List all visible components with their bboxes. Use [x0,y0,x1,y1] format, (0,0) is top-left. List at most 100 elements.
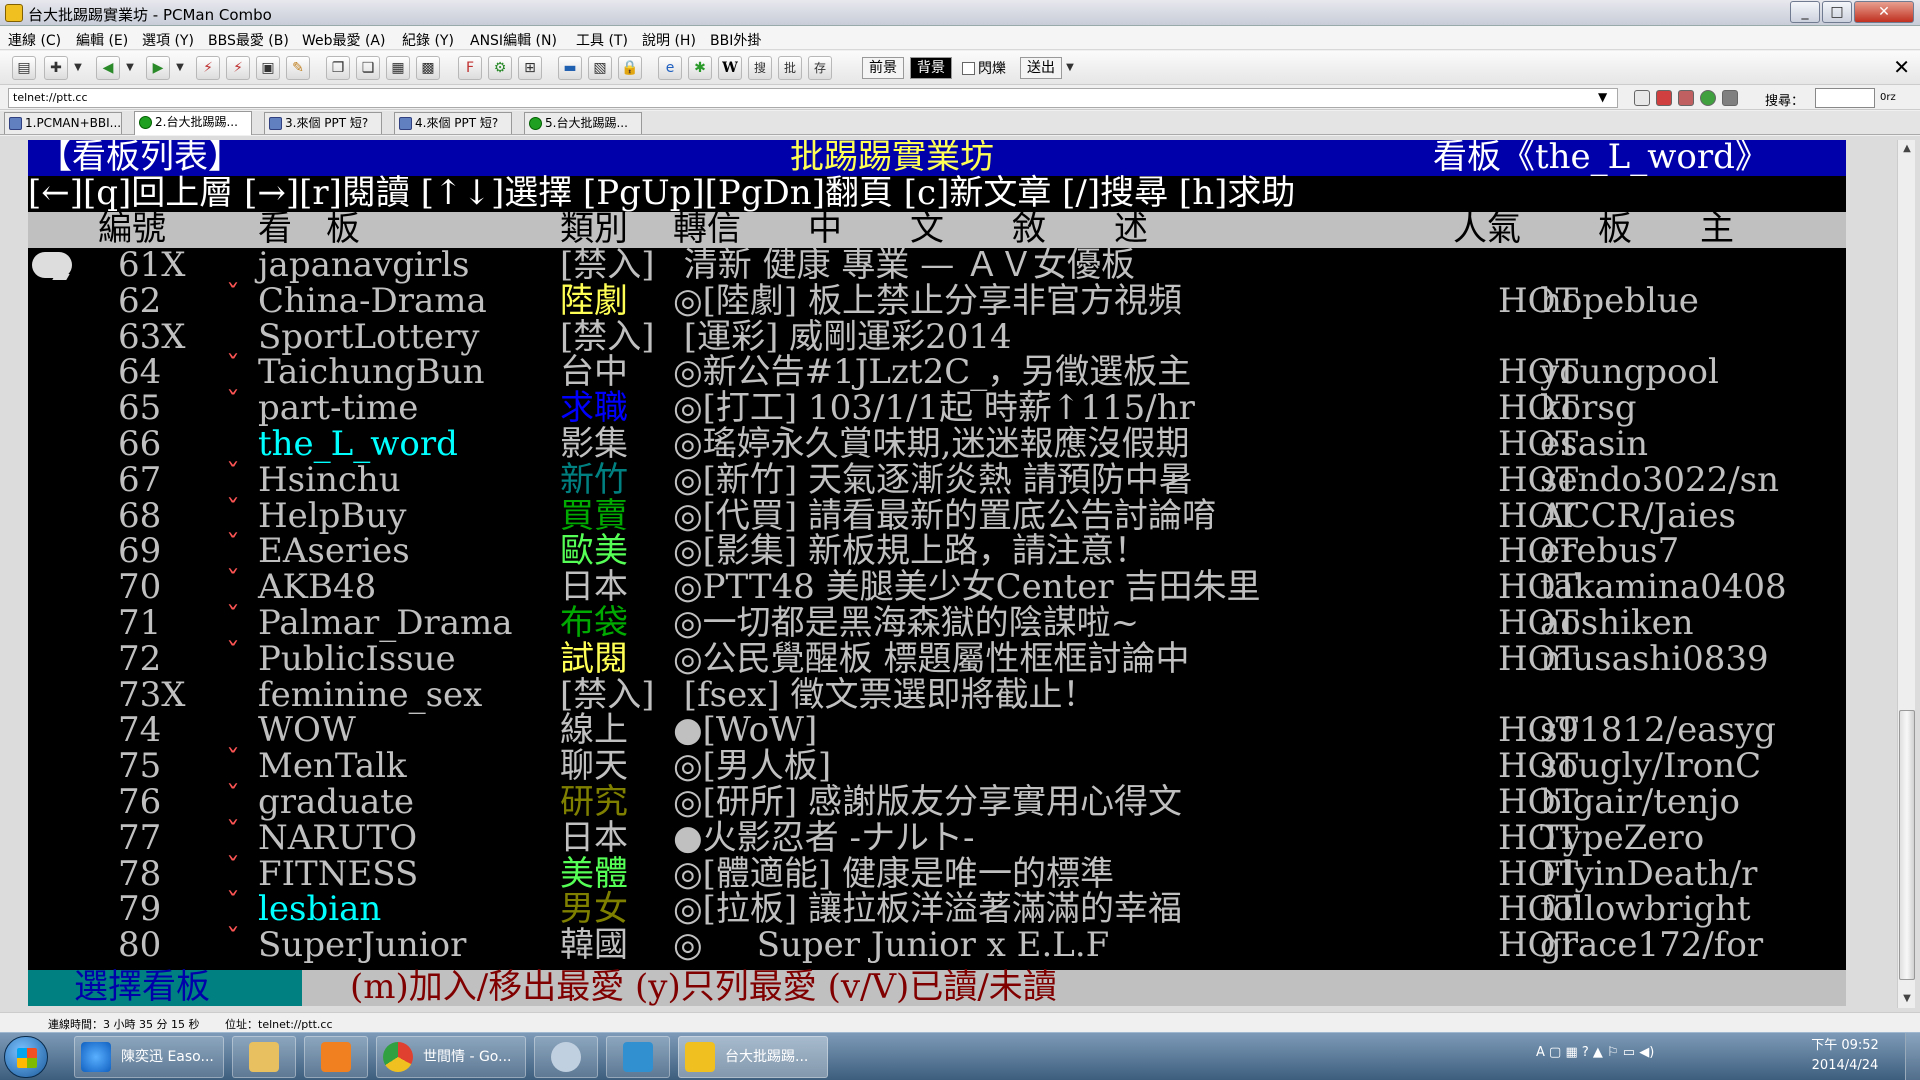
search-tool-icon[interactable]: 搜 [748,56,772,80]
ant-icon[interactable] [1656,90,1672,106]
board-board: FITNESS [258,853,419,894]
back-arrow-icon[interactable]: ◀ [96,56,120,80]
save-tool-icon[interactable]: 存 [808,56,832,80]
fullscreen-icon[interactable]: ⊞ [518,56,542,80]
taskbar-media[interactable] [304,1036,368,1078]
new-connection-icon[interactable]: ✚ [44,56,68,80]
board-row[interactable]: 62 ˇ China-Drama 陸劇 ◎[陸劇] 板上禁止分享非官方視頻 HOT hope… [28,279,1846,320]
select-all-icon[interactable]: ▩ [416,56,440,80]
board-desc: ◎公民覺醒板 標題屬性框框討論中 [673,638,1190,679]
vertical-scrollbar[interactable]: ▲ ▼ [1897,140,1915,1008]
address-dropdown-icon[interactable]: ▼ [1598,90,1607,104]
search-input[interactable] [1815,88,1875,108]
board-row[interactable]: 67 ˇ Hsinchu 新竹 ◎[新竹] 天氣逐漸炎熱 請預防中暑 HOT sendo30… [28,458,1846,499]
tab-3[interactable]: 3.來個 PPT 短? [264,112,382,134]
image-icon[interactable]: ▧ [588,56,612,80]
taskbar-app6[interactable] [606,1036,670,1078]
menu-bbi-plugin[interactable]: BBI外掛 [710,30,761,50]
taskbar-chrome[interactable]: 世間情 - Go... [376,1036,526,1078]
home-icon[interactable] [1634,90,1650,106]
copy-icon[interactable]: ❐ [326,56,350,80]
board-row[interactable]: 70 ˇ AKB48 日本 ◎PTT48 美腿美少女Center 吉田朱里 HOT taka… [28,565,1846,606]
scroll-thumb[interactable] [1899,710,1915,980]
tab-4[interactable]: 4.來個 PPT 短? [394,112,512,134]
minimize-button[interactable]: _ [1790,1,1820,23]
address-input[interactable]: telnet://ptt.cc [8,88,1618,108]
board-row[interactable]: 74 WOW 線上 ●[WoW] HOT s91812/easyg [28,713,1846,749]
disconnect-icon[interactable]: ⚡ [226,56,250,80]
search-engine-select[interactable]: 0rz [1880,92,1896,103]
screen-icon[interactable]: ▣ [256,56,280,80]
terminal-screen[interactable]: 【看板列表】 批踢踢實業坊 看板《the_L_word》 [←][q]回上層 [… [28,140,1846,1006]
lock-icon[interactable]: 🔒 [618,56,642,80]
monitor-icon[interactable] [1722,90,1738,106]
site-list-icon[interactable]: ▤ [12,56,36,80]
ptt-tool-icon[interactable]: 批 [778,56,802,80]
board-row[interactable]: 79 ˇ lesbian 男女 ◎[拉板] 讓拉板洋溢著滿滿的幸福 HOT followbr… [28,887,1846,928]
send-button[interactable]: 送出 [1020,57,1062,79]
show-desktop-button[interactable] [1905,1033,1920,1080]
board-row[interactable]: 80 ˇ SuperJunior 韓國 ◎ Super Junior x E.L.F HO… [28,923,1846,964]
blink-checkbox[interactable] [962,62,975,75]
close-button[interactable]: ✕ [1854,1,1914,23]
forward-arrow-icon[interactable]: ▶ [146,56,170,80]
task-label: 陳奕迅 Easo... [121,1049,214,1065]
flower-icon[interactable]: ✱ [688,56,712,80]
menu-help[interactable]: 說明 (H) [642,30,696,50]
forward-dropdown-icon[interactable]: ▼ [174,56,186,80]
send-dropdown-icon[interactable]: ▼ [1064,56,1076,80]
board-row[interactable]: 75 ˇ MenTalk 聊天 ◎[男人板] HOT sougly/IronC [28,744,1846,785]
board-row[interactable]: 61X japanavgirls [禁入] 清新 健康 專業 — ＡＶ女優板 [28,247,1846,284]
menu-connect[interactable]: 連線 (C) [8,30,61,50]
board-row[interactable]: 72 ˇ PublicIssue 試閱 ◎公民覺醒板 標題屬性框框討論中 HOT musas… [28,637,1846,679]
foreground-color-button[interactable]: 前景 [862,57,904,79]
menu-edit[interactable]: 編輯 (E) [76,30,128,50]
back-dropdown-icon[interactable]: ▼ [124,56,136,80]
maximize-button[interactable]: □ [1822,1,1852,23]
menu-bbs-favorites[interactable]: BBS最愛 (B) [208,30,289,50]
globe-icon[interactable] [1700,90,1716,106]
menu-tools[interactable]: 工具 (T) [576,30,628,50]
board-row[interactable]: 76 ˇ graduate 研究 ◎[研所] 感謝版友分享實用心得文 HOT bigair/… [28,780,1846,821]
menu-ansi-edit[interactable]: ANSI編輯 (N) [470,30,557,50]
tab-1[interactable]: 1.PCMAN+BBI... [4,112,122,134]
font-icon[interactable]: F [458,56,482,80]
taskbar-ie[interactable]: 陳奕迅 Easo... [74,1036,224,1078]
settings-gear-icon[interactable]: ⚙ [488,56,512,80]
paste-icon[interactable]: ❏ [356,56,380,80]
background-color-button[interactable]: 背景 [910,57,952,79]
board-row[interactable]: 73X feminine_sex [禁入] [fsex] 徵文票選即將截止！ [28,677,1846,714]
board-row[interactable]: 78 ˇ FITNESS 美體 ◎[體適能] 健康是唯一的標準 HOT FlyinDeath… [28,852,1846,894]
board-row[interactable]: 77 ˇ NARUTO 日本 ●火影忍者 -ナルト- HOT TypeZero [28,816,1846,857]
board-row[interactable]: 71 ˇ Palmar_Drama 布袋 ◎一切都是黑海森獄的陰謀啦~ HOT aoshik… [28,601,1846,642]
close-tab-icon[interactable]: ✕ [1893,55,1910,79]
browser-icon[interactable]: e [658,56,682,80]
view-icon[interactable]: ▬ [558,56,582,80]
taskbar: 陳奕迅 Easo... 世間情 - Go... 台大批踢踢... A ▢ ▦ ?… [0,1032,1920,1080]
board-row[interactable]: 64 ˇ TaichungBun 台中 ◎新公告#1JLzt2C_，另徵選板主 HOT yo… [28,350,1846,391]
scroll-down-icon[interactable]: ▼ [1898,990,1916,1008]
board-row[interactable]: 68 ˇ HelpBuy 買賣 ◎[代買] 請看最新的置底公告討論唷 HOT ACCR/Ja… [28,494,1846,535]
start-button[interactable] [4,1036,48,1078]
board-row[interactable]: 69 ˇ EAseries 歐美 ◎[影集] 新板規上路，請注意！ HOT erebus7 [28,529,1846,570]
menu-options[interactable]: 選項 (Y) [142,30,194,50]
scroll-up-icon[interactable]: ▲ [1898,140,1916,158]
copy-ansi-icon[interactable]: ▦ [386,56,410,80]
tab-5[interactable]: 5.台大批踢踢... [524,112,642,134]
taskbar-explorer[interactable] [232,1036,296,1078]
menu-web-favorites[interactable]: Web最愛 (A) [302,30,385,50]
wikipedia-icon[interactable]: W [718,56,742,80]
system-tray[interactable]: A ▢ ▦ ? ▲ ⚐ ▭ ◀) [1536,1045,1654,1060]
new-connection-dropdown-icon[interactable]: ▼ [72,56,84,80]
menu-log[interactable]: 紀錄 (Y) [402,30,454,50]
board-row[interactable]: 63X SportLottery [禁入] [運彩] 威剛運彩2014 [28,319,1846,356]
record-icon[interactable] [1678,90,1694,106]
taskbar-app5[interactable] [534,1036,598,1078]
pin-icon[interactable]: ✎ [286,56,310,80]
board-row[interactable]: 66 the_L_word 影集 ◎瑤婷永久賞味期,迷迷報應沒假期 HOT esasin [28,426,1846,463]
board-row[interactable]: 65 ˇ part-time 求職 ◎[打工] 103/1/1起 時薪↑115/hr HO… [28,386,1846,427]
tab-2[interactable]: 2.台大批踢踢... [134,111,252,135]
clock[interactable]: 下午 09:52 2014/4/24 [1810,1036,1880,1076]
reconnect-icon[interactable]: ⚡ [196,56,220,80]
taskbar-pcman[interactable]: 台大批踢踢... [678,1036,828,1078]
